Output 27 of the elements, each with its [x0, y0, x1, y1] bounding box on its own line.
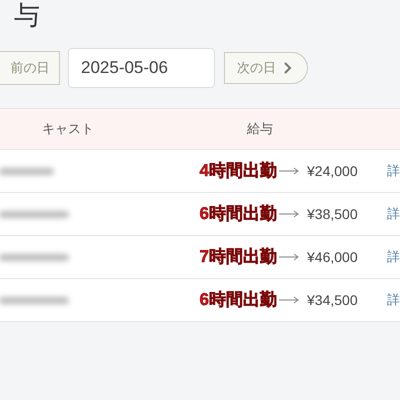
work-hours-note: 4時間出勤 [200, 160, 277, 182]
details-link[interactable]: 詳 [387, 290, 400, 310]
blurred-name [0, 296, 69, 304]
column-header: 給与 [247, 120, 273, 138]
chevron-right-icon [284, 62, 292, 74]
salary-amount: ¥46,000 [307, 248, 359, 266]
arrow-icon [279, 296, 301, 304]
arrow-icon [279, 253, 301, 261]
arrow-icon [279, 167, 301, 175]
details-link[interactable]: 詳 [387, 247, 400, 267]
arrow-icon [279, 210, 301, 218]
blurred-name [0, 168, 54, 174]
details-link[interactable]: 詳 [387, 204, 400, 224]
date-field[interactable]: 2025-05-06 [68, 48, 215, 88]
salary-amount: ¥38,500 [307, 204, 359, 224]
salary-amount: ¥34,500 [307, 290, 359, 310]
work-hours-note: 6時間出勤 [200, 289, 277, 312]
next-day-button[interactable]: 次の日 [224, 52, 308, 84]
work-hours-note: 6時間出勤 [200, 203, 277, 226]
blurred-name [0, 210, 69, 218]
salary-amount: ¥24,000 [307, 162, 359, 180]
previous-day-button[interactable]: 前の日 [0, 51, 60, 85]
work-hours-note: 7時間出勤 [200, 246, 277, 268]
blurred-name [0, 254, 69, 260]
column-header: キャスト [42, 120, 95, 138]
details-link[interactable]: 詳 [387, 161, 400, 181]
page-title: 与 [14, 0, 40, 32]
